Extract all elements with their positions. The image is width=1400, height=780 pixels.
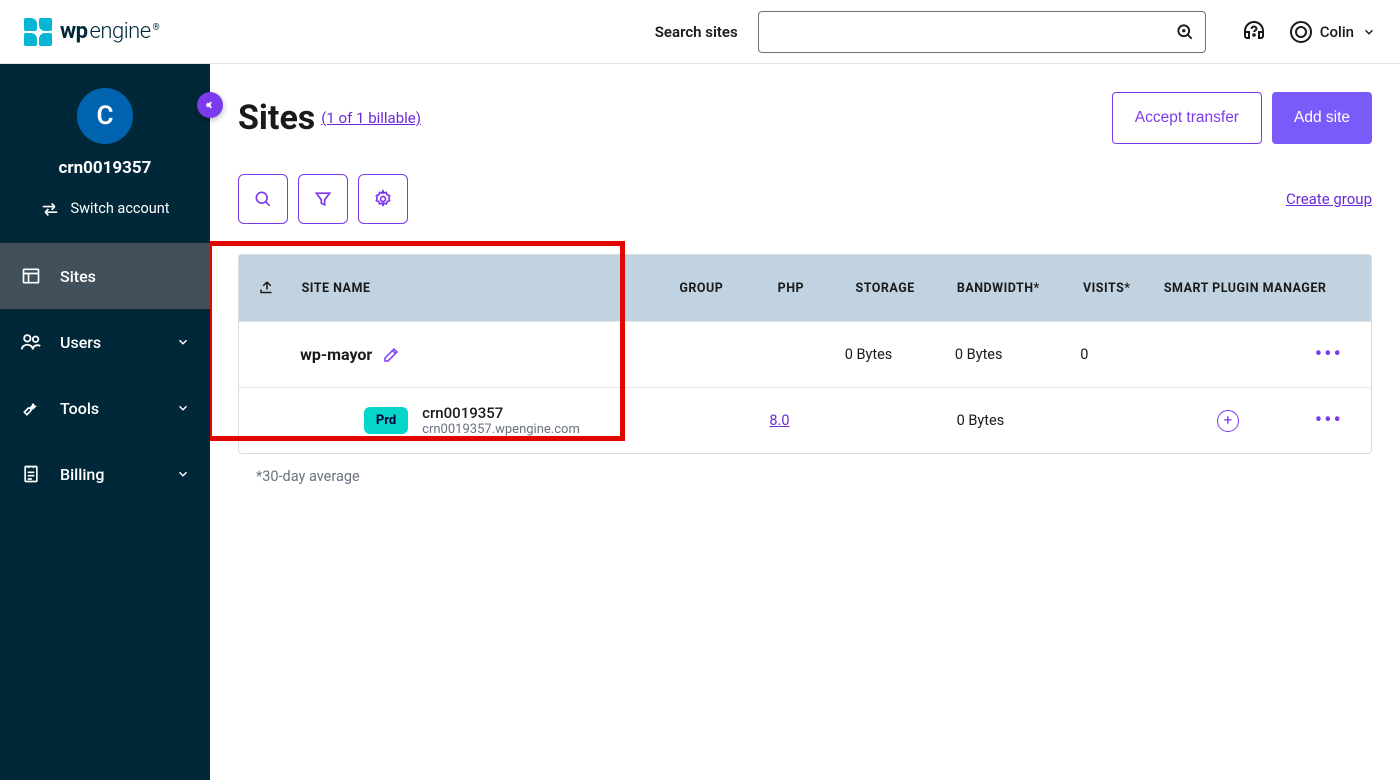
topbar: wp engine ® Search sites Colin (0, 0, 1400, 64)
accept-transfer-button[interactable]: Accept transfer (1112, 92, 1262, 144)
sidebar-item-label: Users (60, 333, 101, 352)
col-visits[interactable]: VISITS* (1060, 281, 1154, 296)
tools-icon (20, 398, 42, 418)
user-menu[interactable]: Colin (1290, 21, 1376, 43)
table-footnote: *30-day average (256, 468, 1372, 485)
switch-account-button[interactable]: Switch account (10, 192, 200, 225)
switch-account-label: Switch account (70, 200, 169, 217)
sidebar-item-users[interactable]: Users (0, 309, 210, 375)
table-settings-button[interactable] (358, 174, 408, 224)
search-icon[interactable] (1175, 22, 1195, 42)
col-spm[interactable]: SMART PLUGIN MANAGER (1154, 281, 1343, 296)
sites-icon (20, 266, 42, 286)
chevron-down-icon (176, 467, 190, 481)
table-row[interactable]: Prd crn0019357 crn0019357.wpengine.com 8… (239, 387, 1371, 453)
table-search-button[interactable] (238, 174, 288, 224)
switch-icon (40, 201, 60, 217)
brand-mark-icon (24, 18, 52, 46)
search-input[interactable] (769, 24, 1175, 40)
cell-storage: 0 Bytes (818, 346, 919, 363)
brand-wp: wp (60, 19, 88, 44)
sidebar-item-label: Sites (60, 267, 96, 286)
account-name: crn0019357 (10, 158, 200, 178)
header-actions: Accept transfer Add site (1112, 92, 1372, 144)
help-icon[interactable] (1242, 20, 1266, 44)
user-name: Colin (1320, 23, 1354, 41)
chevron-down-icon (1362, 25, 1376, 39)
brand-registered: ® (153, 23, 160, 33)
main-content: Sites (1 of 1 billable) Accept transfer … (210, 64, 1400, 780)
table-filter-button[interactable] (298, 174, 348, 224)
row-actions-button[interactable]: ••• (1315, 408, 1343, 433)
page-header: Sites (1 of 1 billable) Accept transfer … (238, 92, 1372, 144)
cell-bandwidth: 0 Bytes (919, 346, 1038, 363)
create-group-link[interactable]: Create group (1286, 190, 1372, 208)
sidebar-item-sites[interactable]: Sites (0, 243, 210, 309)
row-actions-button[interactable]: ••• (1315, 342, 1343, 367)
account-avatar: C (77, 88, 133, 144)
env-name: crn0019357 (422, 404, 580, 422)
page-title: Sites (238, 98, 315, 138)
env-badge: Prd (364, 407, 408, 434)
filter-icon (313, 189, 333, 209)
search-label: Search sites (655, 23, 738, 41)
add-site-button[interactable]: Add site (1272, 92, 1372, 144)
site-name: wp-mayor (300, 345, 372, 364)
sidebar-nav: Sites Users Tools Billing (0, 243, 210, 507)
table-row[interactable]: wp-mayor 0 Bytes 0 Bytes 0 ••• (239, 321, 1371, 387)
col-storage[interactable]: STORAGE (833, 281, 937, 296)
billing-icon (20, 464, 42, 484)
search-icon (253, 189, 273, 209)
add-spm-button[interactable]: + (1217, 410, 1239, 432)
cell-bandwidth: 0 Bytes (921, 412, 1040, 429)
col-site-name[interactable]: SITE NAME (296, 281, 655, 296)
users-icon (20, 331, 42, 353)
sidebar: C crn0019357 Switch account Sites Use (0, 64, 210, 780)
sidebar-item-label: Billing (60, 465, 104, 484)
table-toolbar: Create group (238, 174, 1372, 224)
col-group[interactable]: GROUP (654, 281, 748, 296)
table-header-row: SITE NAME GROUP PHP STORAGE BANDWIDTH* V… (239, 255, 1371, 321)
edit-icon[interactable] (382, 346, 400, 364)
brand-logo[interactable]: wp engine ® (24, 18, 160, 46)
share-column-icon[interactable] (239, 279, 296, 297)
user-avatar-icon (1290, 21, 1312, 43)
sidebar-item-label: Tools (60, 399, 99, 418)
search-box[interactable] (758, 11, 1206, 53)
env-domain: crn0019357.wpengine.com (422, 422, 580, 437)
chevron-down-icon (176, 401, 190, 415)
sidebar-item-tools[interactable]: Tools (0, 375, 210, 441)
billable-link[interactable]: (1 of 1 billable) (321, 109, 421, 127)
sidebar-item-billing[interactable]: Billing (0, 441, 210, 507)
chevron-down-icon (176, 335, 190, 349)
col-php[interactable]: PHP (748, 281, 833, 296)
cell-visits: 0 (1038, 346, 1130, 363)
col-bandwidth[interactable]: BANDWIDTH* (937, 281, 1060, 296)
sites-table: SITE NAME GROUP PHP STORAGE BANDWIDTH* V… (238, 254, 1372, 454)
gear-icon (373, 189, 393, 209)
php-version-link[interactable]: 8.0 (769, 412, 789, 429)
topbar-actions: Colin (1242, 20, 1376, 44)
brand-engine: engine (90, 19, 151, 44)
account-block: C crn0019357 Switch account (0, 64, 210, 243)
brand-text: wp engine ® (60, 19, 160, 44)
